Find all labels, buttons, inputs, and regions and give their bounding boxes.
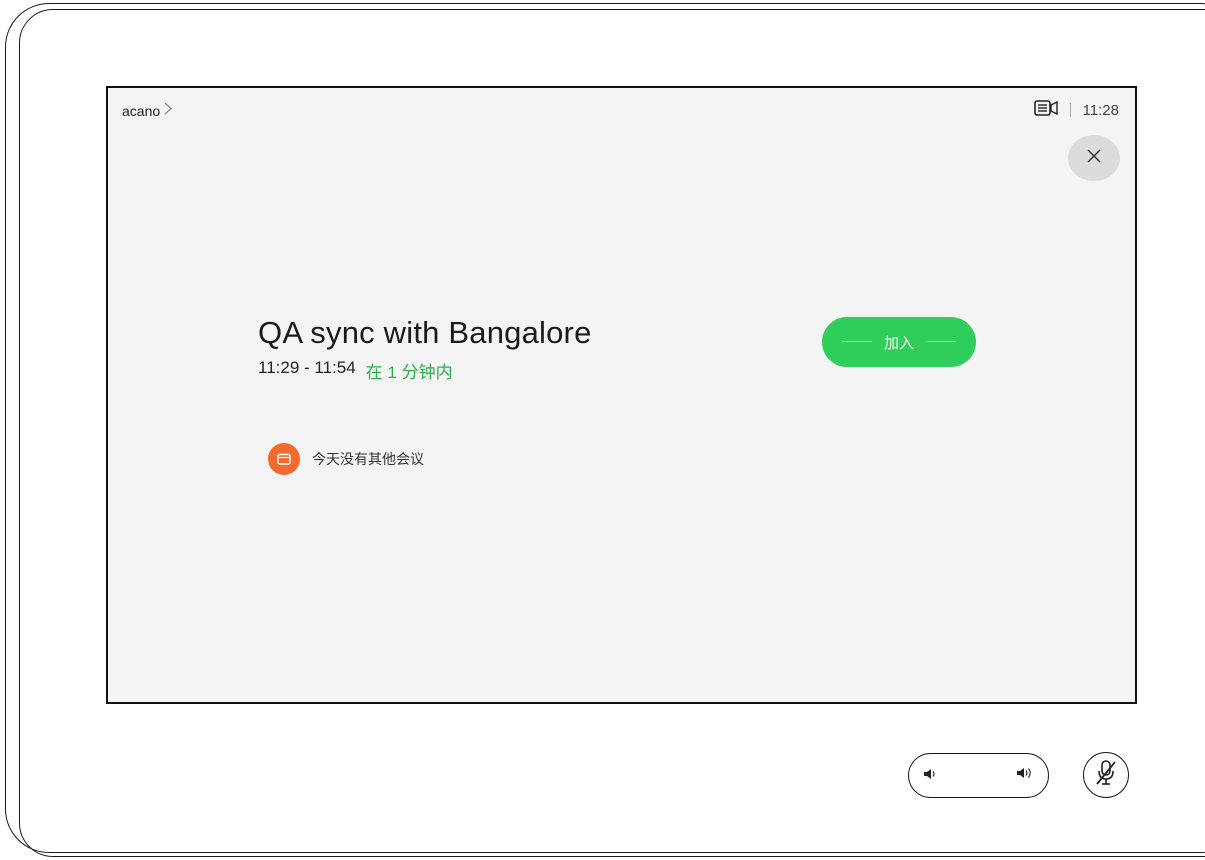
chevron-right-icon xyxy=(164,102,173,119)
breadcrumb-label: acano xyxy=(122,102,161,119)
clock: 11:28 xyxy=(1082,101,1119,119)
breadcrumb[interactable]: acano xyxy=(122,102,173,119)
close-button[interactable] xyxy=(1068,135,1120,181)
no-more-meetings: 今天没有其他会议 xyxy=(268,443,424,475)
meeting-title: QA sync with Bangalore xyxy=(258,315,592,350)
status-bar: 11:28 xyxy=(1033,100,1119,120)
join-button-line-left xyxy=(842,341,872,342)
close-icon xyxy=(1087,148,1101,168)
meeting-time: 11:29 - 11:54 在 1 分钟内 xyxy=(258,358,453,383)
status-divider xyxy=(1069,103,1071,117)
join-button-label: 加入 xyxy=(883,334,914,352)
camera-controls-icon[interactable] xyxy=(1033,100,1058,120)
mute-button[interactable] xyxy=(1083,752,1129,798)
volume-down-icon[interactable] xyxy=(923,767,937,785)
meeting-starts-in: 在 1 分钟内 xyxy=(365,363,453,382)
join-button-line-right xyxy=(926,341,956,342)
calendar-icon xyxy=(268,443,300,475)
no-more-meetings-label: 今天没有其他会议 xyxy=(312,451,424,467)
touch-screen: acano 11:28 QA sync with Bangalore 11:29… xyxy=(106,86,1137,704)
volume-up-icon[interactable] xyxy=(1016,766,1034,785)
microphone-muted-icon xyxy=(1094,759,1118,792)
meeting-time-range: 11:29 - 11:54 xyxy=(258,358,356,377)
volume-control[interactable] xyxy=(908,753,1049,798)
join-button[interactable]: 加入 xyxy=(822,317,976,367)
